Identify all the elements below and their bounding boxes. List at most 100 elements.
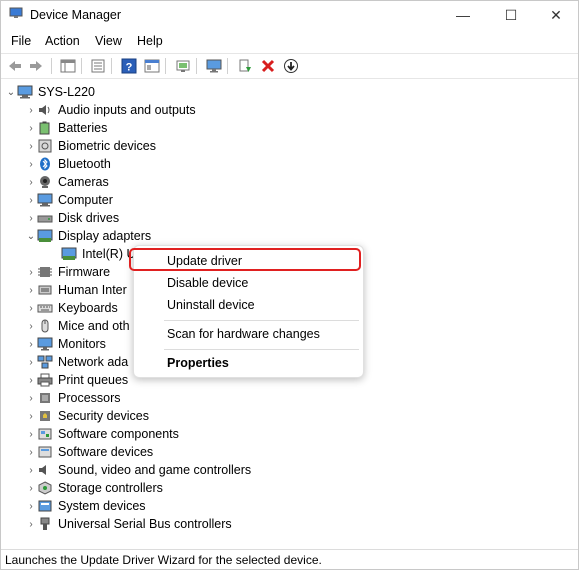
menu-view[interactable]: View — [95, 34, 122, 48]
chevron-right-icon[interactable]: › — [25, 173, 37, 191]
menu-action[interactable]: Action — [45, 34, 80, 48]
tree-item-firmware[interactable]: › Firmware — [25, 263, 110, 281]
chevron-right-icon[interactable]: › — [25, 389, 37, 407]
sound-icon — [37, 463, 53, 477]
display-adapter-icon — [61, 247, 77, 261]
tree-item-system[interactable]: › System devices — [25, 497, 145, 515]
tree-item-bluetooth[interactable]: › Bluetooth — [25, 155, 111, 173]
maximize-button[interactable]: ☐ — [488, 1, 534, 29]
tree-item-software-devices[interactable]: › Software devices — [25, 443, 153, 461]
chevron-right-icon[interactable]: › — [25, 155, 37, 173]
tree-root[interactable]: ⌄ SYS-L220 — [5, 83, 95, 101]
chevron-right-icon[interactable]: › — [25, 461, 37, 479]
tree-item-monitors[interactable]: › Monitors — [25, 335, 106, 353]
menu-item-uninstall-device[interactable]: Uninstall device — [167, 298, 255, 312]
menu-separator — [164, 349, 359, 350]
chevron-right-icon[interactable]: › — [25, 353, 37, 371]
tree-item-display-adapters[interactable]: ⌄ Display adapters — [25, 227, 151, 245]
close-icon: ✕ — [550, 6, 562, 23]
back-icon[interactable] — [6, 57, 24, 75]
tree-item-computer[interactable]: › Computer — [25, 191, 113, 209]
tree-root-label: SYS-L220 — [38, 85, 95, 99]
tree-item-keyboards[interactable]: › Keyboards — [25, 299, 117, 317]
toolbar: ? — [1, 53, 578, 79]
svg-text:?: ? — [126, 62, 133, 74]
tree-item-intel-adapter[interactable]: Intel(R) U — [49, 245, 135, 263]
tree-item-security[interactable]: › Security devices — [25, 407, 149, 425]
hid-icon — [37, 283, 53, 297]
chevron-right-icon[interactable]: › — [25, 479, 37, 497]
chevron-right-icon[interactable]: › — [25, 299, 37, 317]
close-button[interactable]: ✕ — [533, 1, 579, 29]
chevron-right-icon[interactable]: › — [25, 515, 37, 533]
printer-icon — [37, 373, 53, 387]
help-icon[interactable]: ? — [120, 57, 138, 75]
minimize-button[interactable]: — — [440, 1, 486, 29]
maximize-icon: ☐ — [504, 6, 518, 23]
menu-file[interactable]: File — [11, 34, 31, 48]
status-bar: Launches the Update Driver Wizard for th… — [1, 549, 578, 570]
properties-icon[interactable] — [89, 57, 107, 75]
tree-item-mice[interactable]: › Mice and oth — [25, 317, 129, 335]
mouse-icon — [37, 319, 53, 333]
view-icon[interactable] — [143, 57, 161, 75]
menu-item-disable-device[interactable]: Disable device — [167, 276, 248, 290]
display-icon[interactable] — [205, 57, 223, 75]
tree-item-human-interface[interactable]: › Human Inter — [25, 281, 126, 299]
disk-icon — [37, 211, 53, 225]
tree-item-biometric[interactable]: › Biometric devices — [25, 137, 156, 155]
chevron-right-icon[interactable]: › — [25, 317, 37, 335]
update-driver-highlight — [129, 248, 361, 271]
update-driver-icon[interactable] — [236, 57, 254, 75]
chevron-right-icon[interactable]: › — [25, 335, 37, 353]
chevron-right-icon[interactable]: › — [25, 119, 37, 137]
tree-item-processors[interactable]: › Processors — [25, 389, 120, 407]
tree-item-sound[interactable]: › Sound, video and game controllers — [25, 461, 251, 479]
tree-item-cameras[interactable]: › Cameras — [25, 173, 108, 191]
security-icon — [37, 409, 53, 423]
tree-item-storage[interactable]: › Storage controllers — [25, 479, 163, 497]
chevron-right-icon[interactable]: › — [25, 281, 37, 299]
tree-item-disk-drives[interactable]: › Disk drives — [25, 209, 119, 227]
chevron-right-icon[interactable]: › — [25, 191, 37, 209]
chevron-right-icon[interactable]: › — [25, 263, 37, 281]
menu-help[interactable]: Help — [137, 34, 163, 48]
scan-hardware-icon[interactable] — [174, 57, 192, 75]
storage-icon — [37, 481, 53, 495]
tree-item-usb[interactable]: › Universal Serial Bus controllers — [25, 515, 231, 533]
uninstall-device-icon[interactable] — [259, 57, 277, 75]
chevron-right-icon[interactable]: › — [25, 101, 37, 119]
chevron-down-icon[interactable]: ⌄ — [5, 83, 17, 101]
window-title: Device Manager — [30, 8, 122, 22]
biometric-icon — [37, 139, 53, 153]
disable-device-icon[interactable] — [282, 57, 300, 75]
camera-icon — [37, 175, 53, 189]
tree-item-audio[interactable]: › Audio inputs and outputs — [25, 101, 195, 119]
software-device-icon — [37, 445, 53, 459]
chevron-right-icon[interactable]: › — [25, 209, 37, 227]
usb-icon — [37, 517, 53, 531]
firmware-icon — [37, 265, 53, 279]
software-component-icon — [37, 427, 53, 441]
chevron-right-icon[interactable]: › — [25, 497, 37, 515]
chevron-right-icon[interactable]: › — [25, 425, 37, 443]
chevron-down-icon[interactable]: ⌄ — [25, 227, 37, 245]
processor-icon — [37, 391, 53, 405]
keyboard-icon — [37, 301, 53, 315]
forward-icon[interactable] — [27, 57, 45, 75]
menu-item-scan-hardware[interactable]: Scan for hardware changes — [167, 327, 320, 341]
display-adapter-icon — [37, 229, 53, 243]
menu-item-properties[interactable]: Properties — [167, 356, 229, 370]
tree-item-software-components[interactable]: › Software components — [25, 425, 179, 443]
tree-item-network[interactable]: › Network ada — [25, 353, 128, 371]
chevron-right-icon[interactable]: › — [25, 443, 37, 461]
computer-icon — [37, 193, 53, 207]
menu-bar: File Action View Help — [1, 31, 578, 51]
chevron-right-icon[interactable]: › — [25, 371, 37, 389]
tree-item-print-queues[interactable]: › Print queues — [25, 371, 128, 389]
title-bar: Device Manager — ☐ ✕ — [1, 1, 578, 29]
chevron-right-icon[interactable]: › — [25, 407, 37, 425]
show-hide-console-tree-icon[interactable] — [59, 57, 77, 75]
tree-item-batteries[interactable]: › Batteries — [25, 119, 107, 137]
chevron-right-icon[interactable]: › — [25, 137, 37, 155]
